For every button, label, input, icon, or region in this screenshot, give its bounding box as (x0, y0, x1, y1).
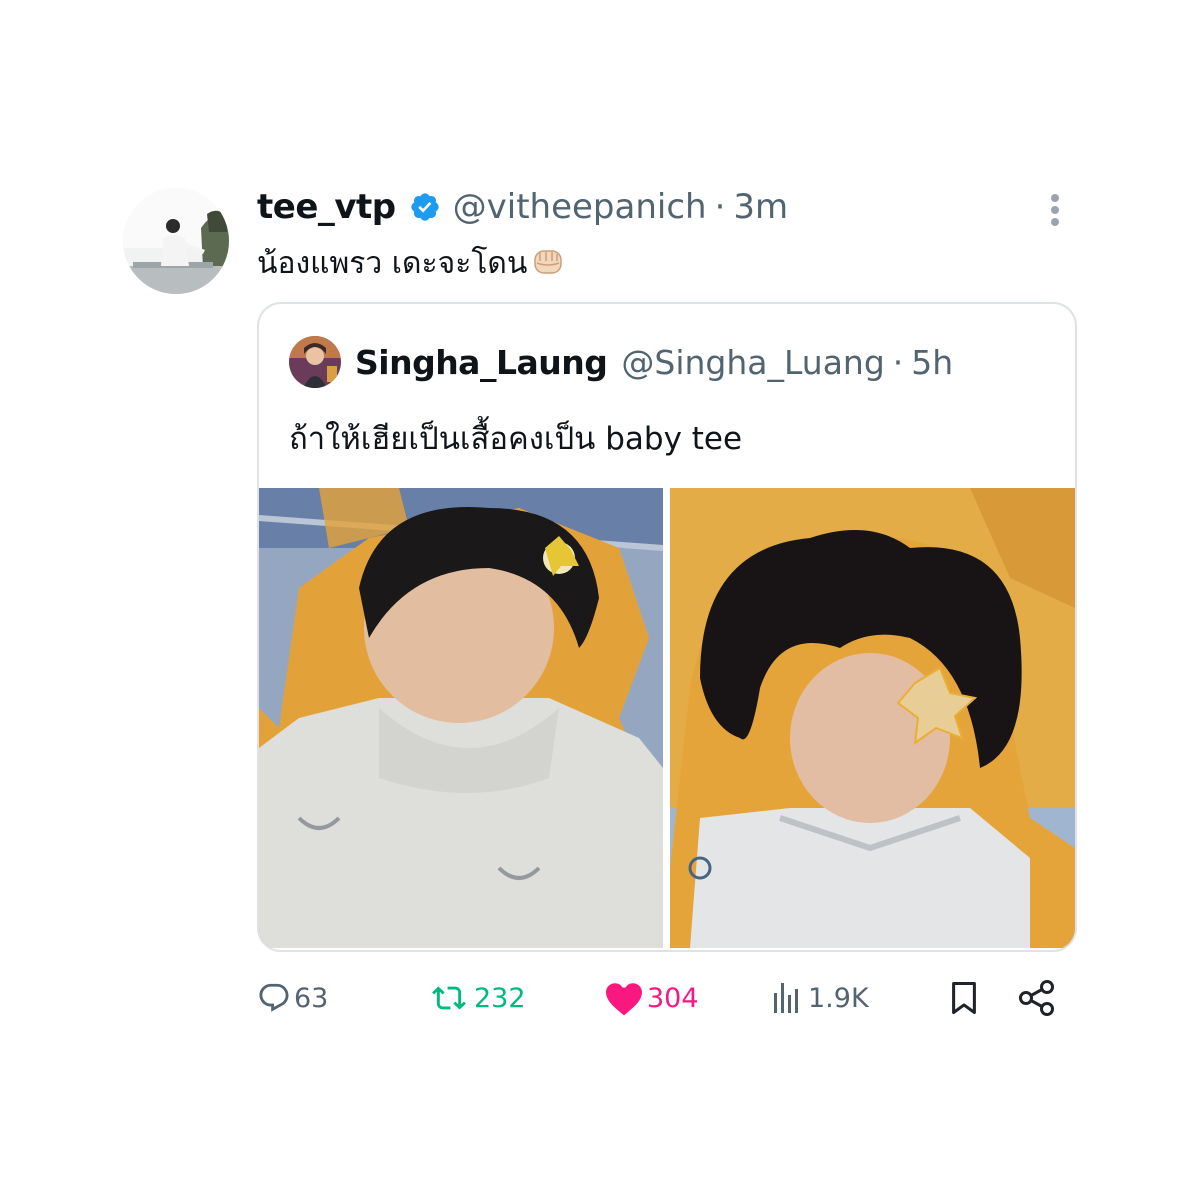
tweet-action-bar: 63 232 304 1.9K (257, 972, 1057, 1024)
verified-badge-icon (409, 191, 441, 223)
reply-icon (257, 981, 291, 1015)
separator-dot: · (714, 187, 726, 227)
quoted-author-handle[interactable]: @Singha_Luang (621, 343, 884, 382)
quoted-tweet-time[interactable]: 5h (911, 343, 953, 382)
bar-chart-icon (771, 981, 805, 1015)
retweet-button[interactable]: 232 (427, 972, 526, 1024)
reply-button[interactable]: 63 (257, 972, 328, 1024)
retweet-count: 232 (474, 982, 526, 1014)
tweet-text: น้องแพรว เดะจะโดน (257, 238, 565, 290)
bookmark-icon (947, 980, 981, 1016)
tweet-text-content: น้องแพรว เดะจะโดน (257, 246, 528, 281)
like-count: 304 (647, 982, 699, 1014)
quoted-photo-left[interactable] (259, 488, 663, 948)
quoted-author-display-name[interactable]: Singha_Laung (355, 343, 608, 382)
tweet-time[interactable]: 3m (733, 187, 788, 227)
tweet-header: tee_vtp @vitheepanich · 3m (257, 183, 788, 231)
author-handle[interactable]: @vitheepanich (453, 187, 707, 227)
oncoming-fist-icon (531, 244, 565, 278)
quoted-tweet-header: Singha_Laung @Singha_Luang · 5h (289, 336, 953, 388)
reply-count: 63 (294, 982, 329, 1014)
more-options-icon[interactable] (1040, 190, 1070, 230)
quoted-author-avatar[interactable] (289, 336, 341, 388)
share-button[interactable] (1017, 972, 1057, 1024)
quoted-tweet-card[interactable]: Singha_Laung @Singha_Luang · 5h ถ้าให้เฮ… (257, 302, 1077, 952)
share-icon (1017, 979, 1057, 1017)
views-button[interactable]: 1.9K (771, 972, 869, 1024)
quoted-separator-dot: · (892, 342, 904, 382)
bookmark-button[interactable] (947, 972, 981, 1024)
views-count: 1.9K (808, 982, 869, 1014)
retweet-icon (427, 981, 471, 1015)
author-display-name[interactable]: tee_vtp (257, 187, 396, 227)
quoted-tweet-text: ถ้าให้เฮียเป็นเสื้อคงเป็น baby tee (289, 421, 743, 457)
author-avatar[interactable] (123, 188, 229, 294)
quoted-photo-right[interactable] (670, 488, 1075, 948)
heart-icon (604, 980, 644, 1016)
like-button[interactable]: 304 (604, 972, 699, 1024)
